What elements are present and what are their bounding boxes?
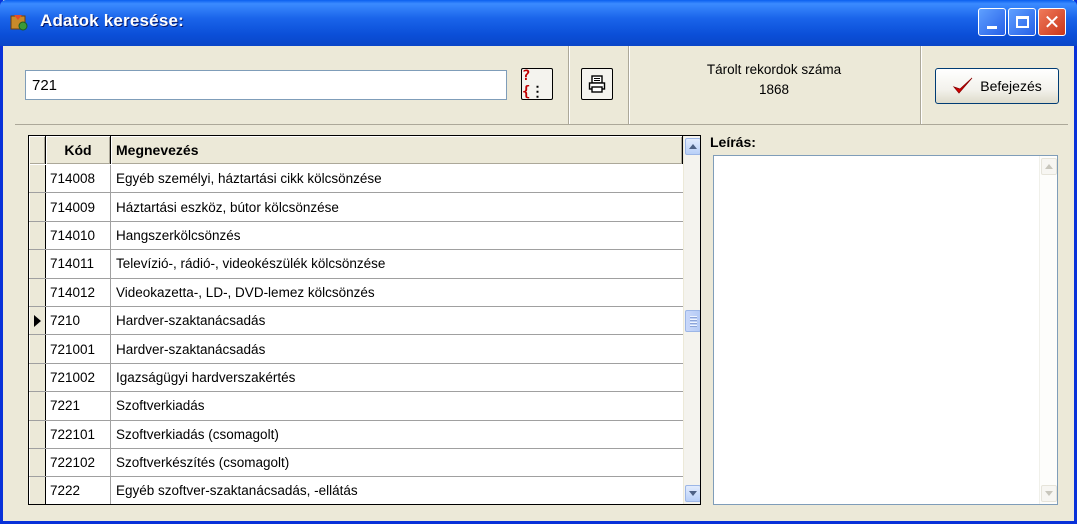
maximize-icon [1015, 16, 1029, 28]
search-window: Adatok keresése: ✕ ?{⋮ Tárolt reko [0, 0, 1077, 524]
header-indicator-cell [29, 136, 46, 164]
row-indicator[interactable] [29, 363, 46, 392]
table-row[interactable]: 722101 Szoftverkiadás (csomagolt) [29, 420, 683, 449]
app-icon [10, 15, 28, 31]
print-button[interactable] [581, 68, 613, 100]
cell-name[interactable]: Háztartási eszköz, bútor kölcsönzése [111, 193, 683, 220]
cell-name[interactable]: Hangszerkölcsönzés [111, 222, 683, 249]
cell-name[interactable]: Szoftverkiadás [111, 392, 683, 419]
toolbar-separator [920, 46, 922, 124]
description-scrollbar[interactable] [1039, 156, 1057, 504]
table-row[interactable]: 714009 Háztartási eszköz, bútor kölcsönzé… [29, 193, 683, 222]
row-indicator[interactable] [29, 448, 46, 477]
grid-rows: 714008 Egyéb személyi, háztartási cikk kö… [29, 165, 683, 504]
table-row[interactable]: 714008 Egyéb személyi, háztartási cikk kö… [29, 165, 683, 194]
close-button[interactable]: ✕ [1038, 8, 1066, 36]
search-input[interactable] [25, 70, 507, 100]
arrow-down-icon [689, 491, 697, 496]
cell-name[interactable]: Egyéb személyi, háztartási cikk kölcsönz… [111, 165, 683, 192]
row-indicator[interactable] [29, 278, 46, 306]
title-bar[interactable]: Adatok keresése: ✕ [0, 0, 1077, 46]
row-indicator[interactable] [29, 165, 46, 193]
search-help-button[interactable]: ?{⋮ [521, 68, 553, 100]
grid-header: Kód Megnevezés [29, 136, 683, 164]
finish-button[interactable]: Befejezés [935, 68, 1059, 104]
record-count-label: Tárolt rekordok száma [706, 62, 842, 77]
cell-code[interactable]: 721001 [46, 335, 111, 363]
column-header-name[interactable]: Megnevezés [111, 136, 683, 164]
description-scroll-down-button[interactable] [1041, 485, 1057, 502]
cell-name[interactable]: Igazságügyi hardverszakértés [111, 364, 683, 391]
table-row[interactable]: 7222 Egyéb szoftver-szaktanácsadás, -ellá… [29, 477, 683, 504]
toolbar-separator [568, 46, 570, 124]
printer-icon [588, 75, 606, 93]
table-row[interactable]: 714010 Hangszerkölcsönzés [29, 221, 683, 251]
description-label: Leírás: [710, 134, 756, 150]
cell-name[interactable]: Hardver-szaktanácsadás [111, 335, 683, 362]
cell-name[interactable]: Hardver-szaktanácsadás [111, 307, 683, 334]
window-title: Adatok keresése: [40, 11, 184, 30]
table-row[interactable]: 714011 Televízió-, rádió-, videokészülék … [29, 250, 683, 279]
current-row-arrow-icon [33, 314, 41, 327]
cell-code[interactable]: 7221 [46, 392, 111, 420]
finish-button-label: Befejezés [980, 78, 1042, 94]
table-row[interactable]: 722102 Szoftverkészítés (csomagolt) [29, 448, 683, 478]
minimize-button[interactable] [978, 8, 1006, 36]
scroll-thumb[interactable] [685, 310, 700, 332]
table-row[interactable]: 7221 Szoftverkiadás [29, 392, 683, 421]
cell-code[interactable]: 7222 [46, 477, 111, 504]
cell-code[interactable]: 722101 [46, 420, 111, 448]
record-count-value: 1868 [758, 82, 790, 97]
row-indicator[interactable] [29, 420, 46, 448]
arrow-up-icon [1045, 164, 1053, 169]
cell-code[interactable]: 721002 [46, 363, 111, 392]
cell-code[interactable]: 714012 [46, 278, 111, 306]
arrow-up-icon [689, 144, 697, 149]
cell-name[interactable]: Szoftverkiadás (csomagolt) [111, 421, 683, 448]
checkmark-icon [953, 77, 973, 94]
cell-code[interactable]: 714011 [46, 250, 111, 278]
cell-code[interactable]: 722102 [46, 448, 111, 477]
grid-vertical-scrollbar[interactable] [683, 136, 700, 504]
scroll-down-button[interactable] [685, 485, 700, 502]
row-indicator[interactable] [29, 306, 46, 335]
table-row[interactable]: 7210 Hardver-szaktanácsadás [29, 306, 683, 336]
column-header-code[interactable]: Kód [46, 136, 111, 164]
description-textarea[interactable] [713, 155, 1058, 505]
cell-code[interactable]: 714010 [46, 221, 111, 250]
table-row[interactable]: 714012 Videokazetta-, LD-, DVD-lemez kölc… [29, 278, 683, 307]
cell-name[interactable]: Szoftverkészítés (csomagolt) [111, 449, 683, 476]
close-icon: ✕ [1043, 10, 1061, 34]
row-indicator[interactable] [29, 193, 46, 221]
row-indicator[interactable] [29, 477, 46, 504]
row-indicator[interactable] [29, 250, 46, 278]
arrow-down-icon [1045, 491, 1053, 496]
row-indicator[interactable] [29, 221, 46, 250]
cell-code[interactable]: 714009 [46, 193, 111, 221]
cell-code[interactable]: 7210 [46, 306, 111, 335]
toolbar: ?{⋮ Tárolt rekordok száma 1868 Befejezés [3, 46, 1074, 124]
cell-code[interactable]: 714008 [46, 165, 111, 193]
row-indicator[interactable] [29, 335, 46, 363]
maximize-button[interactable] [1008, 8, 1036, 36]
description-scroll-up-button[interactable] [1041, 158, 1057, 175]
table-row[interactable]: 721001 Hardver-szaktanácsadás [29, 335, 683, 364]
scroll-up-button[interactable] [685, 138, 700, 155]
cell-name[interactable]: Televízió-, rádió-, videokészülék kölcsö… [111, 250, 683, 277]
search-help-icon: ?{⋮ [522, 68, 545, 100]
table-row[interactable]: 721002 Igazságügyi hardverszakértés [29, 363, 683, 393]
row-indicator[interactable] [29, 392, 46, 420]
cell-name[interactable]: Videokazetta-, LD-, DVD-lemez kölcsönzés [111, 279, 683, 306]
results-grid[interactable]: Kód Megnevezés 714008 Egyéb személyi, ház… [28, 135, 701, 505]
cell-name[interactable]: Egyéb szoftver-szaktanácsadás, -ellátás [111, 477, 683, 504]
minimize-icon [987, 25, 997, 29]
